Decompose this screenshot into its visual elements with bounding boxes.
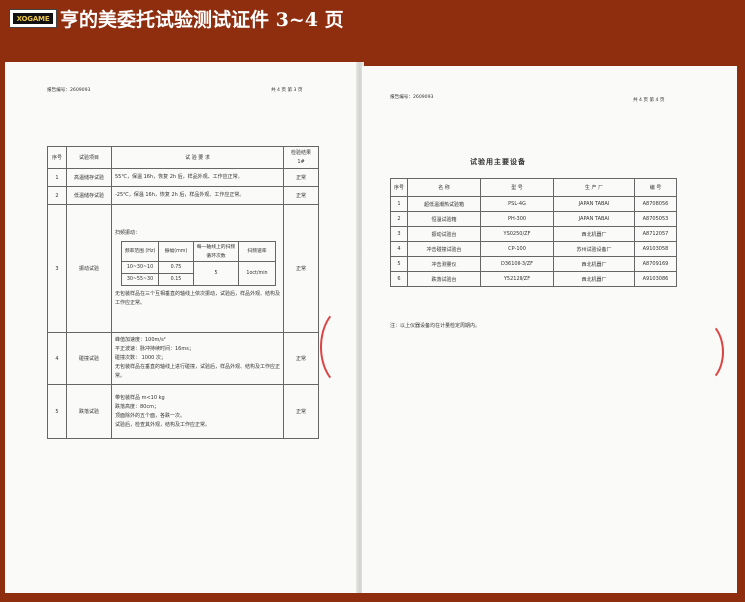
page-number: 共 4 页 第 4 页 xyxy=(633,98,665,103)
right-document-page xyxy=(362,66,737,593)
col-header: 编 号 xyxy=(634,178,677,197)
col-header: 序号 xyxy=(390,178,408,197)
page-title: 亨的美委托试验测试证件 3~4 页 xyxy=(60,9,344,31)
table-row: 5 冲击测量仪 D3610Ⅱ-3/ZF 西北机器厂 A8709169 xyxy=(390,256,677,272)
red-seal-stamp xyxy=(680,320,724,384)
vibration-title: 扫频振动： xyxy=(115,230,141,236)
table-row: 5 跌落试验 带包装样品 m<10 kg 跌落高度：80cm； 顶面除外的五个面… xyxy=(47,384,319,439)
test-results-table: 序号 试验项目 试 验 要 求 检验结果 1# 1 高温储存试验 55℃，保温 1… xyxy=(47,146,319,439)
table-row: 3 振动试验 扫频振动： 频率范围 (Hz) 振幅(mm) 每一轴线上的扫频循环… xyxy=(47,204,319,333)
vibration-subtable: 频率范围 (Hz) 振幅(mm) 每一轴线上的扫频循环次数 扫频速率 10~30… xyxy=(121,241,276,286)
brand-logo[interactable]: XOGAME xyxy=(9,9,57,28)
table-row: 2 低温储存试验 -25℃，保温 16h，恢复 2h 后，样品外观、工作应正常。… xyxy=(47,186,319,205)
report-number: 报告编号：2609093 xyxy=(390,95,434,100)
page-number: 共 4 页 第 3 页 xyxy=(271,88,303,93)
col-header: 试验项目 xyxy=(66,146,112,169)
col-header: 试 验 要 求 xyxy=(111,146,284,169)
col-header: 名 称 xyxy=(407,178,481,197)
table-row: 1 高温储存试验 55℃，保温 16h，恢复 2h 后，样品外观、工作应正常。 … xyxy=(47,168,319,187)
table-row: 1 超低温潮热试验箱 PSL-4G JAPAN TABAI A8708056 xyxy=(390,196,677,212)
vibration-note: 无包装样品在三个互相垂直的轴线上依次振动，试验后，样品外观、结构及工作应正常。 xyxy=(115,291,281,306)
equipment-heading: 试验用主要设备 xyxy=(470,158,526,166)
table-row: 4 冲击碰撞试验台 CP-100 苏州试验设备厂 A9103058 xyxy=(390,241,677,257)
col-header-result: 检验结果 1# xyxy=(283,146,319,169)
table-row: 3 振动试验台 YS0250/ZF 西北机器厂 A8712057 xyxy=(390,226,677,242)
red-seal-stamp xyxy=(320,306,374,388)
logo-text: XOGAME xyxy=(13,13,53,24)
header-bar: XOGAME 亨的美委托试验测试证件 3~4 页 xyxy=(0,0,745,40)
col-header: 序号 xyxy=(47,146,67,169)
col-header: 型 号 xyxy=(480,178,554,197)
table-row: 4 碰撞试验 峰值加速度：100m/s² 平正波速：脉冲持续时间：16ms； 碰… xyxy=(47,332,319,385)
table-row: 6 跌落试验台 Y5212Ⅱ/ZF 西北机器厂 A9103086 xyxy=(390,271,677,287)
equipment-table: 序号 名 称 型 号 生 产 厂 编 号 1 超低温潮热试验箱 PSL-4G JAPA… xyxy=(390,178,677,287)
report-number: 报告编号：2609093 xyxy=(47,88,91,93)
equipment-note: 注：以上仪器设备均在计量检定周期内。 xyxy=(390,323,481,329)
table-row: 2 恒温试验箱 PH-300 JAPAN TABAI A8705053 xyxy=(390,211,677,227)
col-header: 生 产 厂 xyxy=(553,178,635,197)
